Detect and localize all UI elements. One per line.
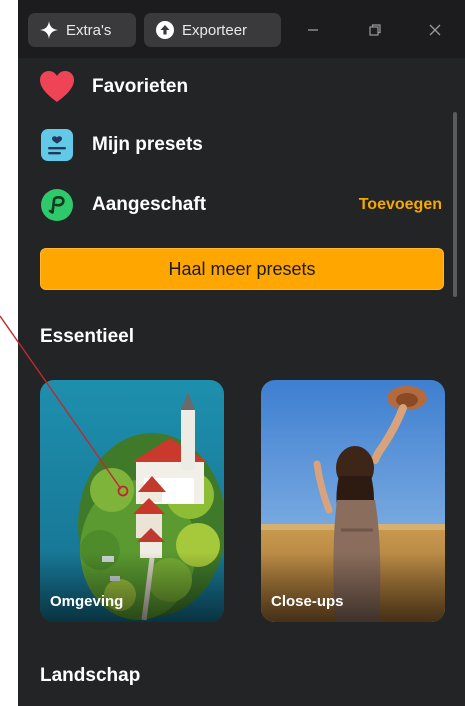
restore-button[interactable] [355,17,395,43]
close-icon [429,24,441,36]
preset-card-close-ups[interactable]: Close-ups [261,380,445,622]
menu-item-favorites[interactable]: Favorieten [40,67,188,107]
purchased-label: Aangeschaft [92,194,207,215]
title-bar: Extra's Exporteer [18,0,465,58]
preset-card-omgeving[interactable]: Omgeving [40,380,224,622]
close-button[interactable] [415,17,455,43]
restore-icon [369,24,381,36]
preset-list-icon [40,128,74,162]
upload-circle-icon [156,21,174,39]
menu-item-purchased[interactable]: Aangeschaft [40,185,206,225]
export-button[interactable]: Exporteer [144,13,281,47]
get-more-presets-button[interactable]: Haal meer presets [40,248,444,290]
add-link[interactable]: Toevoegen [359,196,442,214]
extras-button[interactable]: Extra's [28,13,136,47]
purchase-p-icon [40,188,74,222]
scrollbar-thumb[interactable] [453,112,457,297]
menu-item-my-presets[interactable]: Mijn presets [40,125,203,165]
heart-icon [40,70,74,104]
section-title-essential: Essentieel [40,326,134,347]
minimize-button[interactable] [293,17,333,43]
caption-shade [261,552,445,622]
sparkle-icon [40,21,58,39]
presets-panel: Extra's Exporteer Favorieten Mijn preset… [18,0,465,706]
my-presets-label: Mijn presets [92,134,203,155]
favorites-label: Favorieten [92,76,189,97]
card-label: Omgeving [50,593,124,610]
caption-shade [40,552,224,622]
extras-label: Extra's [66,21,112,39]
section-title-landscape: Landschap [40,665,141,686]
export-label: Exporteer [182,21,248,39]
card-label: Close-ups [271,593,344,610]
minimize-icon [308,29,318,31]
